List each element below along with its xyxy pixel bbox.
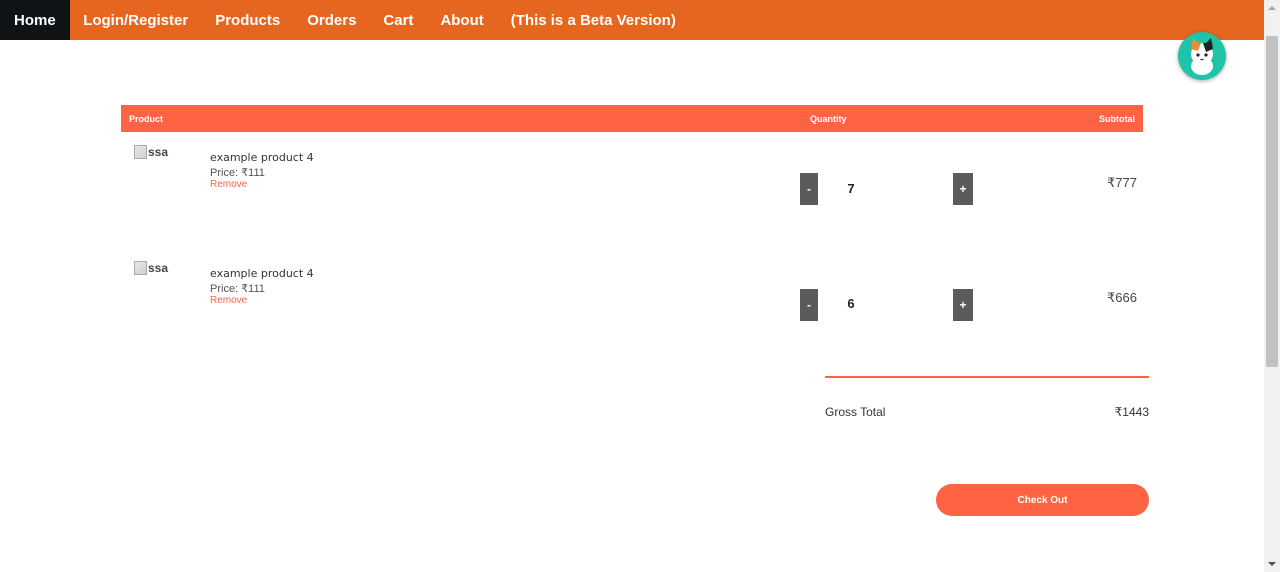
nav-login-register[interactable]: Login/Register: [70, 0, 202, 40]
increase-quantity-button[interactable]: +: [953, 289, 973, 321]
broken-image-icon: [134, 261, 147, 275]
row-subtotal: ₹666: [1107, 290, 1137, 305]
header-subtotal: Subtotal: [1099, 114, 1135, 124]
nav-products[interactable]: Products: [202, 0, 294, 40]
decrease-quantity-button[interactable]: -: [800, 289, 818, 321]
product-price: Price: ₹111: [210, 167, 265, 179]
product-image: ssa: [134, 145, 168, 159]
cart-row: ssa example product 4 Price: ₹111 Remove…: [121, 261, 1143, 371]
decrease-quantity-button[interactable]: -: [800, 173, 818, 205]
gross-total-value: ₹1443: [1114, 405, 1149, 419]
row-subtotal: ₹777: [1107, 175, 1137, 190]
product-name: example product 4: [210, 151, 314, 164]
quantity-value: 7: [847, 181, 855, 196]
quantity-value: 6: [847, 296, 855, 311]
nav-about[interactable]: About: [427, 0, 497, 40]
product-image-alt: ssa: [148, 261, 169, 275]
scroll-up-arrow-icon[interactable]: [1264, 0, 1280, 16]
broken-image-icon: [134, 145, 147, 159]
navbar: Home Login/Register Products Orders Cart…: [0, 0, 1264, 40]
cat-avatar-icon[interactable]: [1178, 32, 1226, 80]
scrollbar-thumb[interactable]: [1266, 36, 1278, 367]
header-quantity: Quantity: [810, 114, 847, 124]
cart-row: ssa example product 4 Price: ₹111 Remove…: [121, 145, 1143, 255]
product-price: Price: ₹111: [210, 283, 265, 295]
header-product: Product: [129, 114, 164, 124]
increase-quantity-button[interactable]: +: [953, 173, 973, 205]
product-name: example product 4: [210, 267, 314, 280]
product-image-alt: ssa: [148, 145, 169, 159]
scroll-down-arrow-icon[interactable]: [1264, 556, 1280, 572]
nav-orders[interactable]: Orders: [294, 0, 370, 40]
totals-divider: [825, 376, 1149, 378]
checkout-button[interactable]: Check Out: [936, 484, 1149, 516]
nav-beta-notice[interactable]: (This is a Beta Version): [497, 0, 689, 40]
remove-link[interactable]: Remove: [210, 295, 247, 306]
nav-cart[interactable]: Cart: [370, 0, 427, 40]
gross-total-label: Gross Total: [825, 405, 886, 419]
product-image: ssa: [134, 261, 168, 275]
vertical-scrollbar[interactable]: [1264, 0, 1280, 572]
nav-home[interactable]: Home: [0, 0, 70, 40]
remove-link[interactable]: Remove: [210, 179, 247, 190]
cart-table-header: Product Quantity Subtotal: [121, 105, 1143, 132]
